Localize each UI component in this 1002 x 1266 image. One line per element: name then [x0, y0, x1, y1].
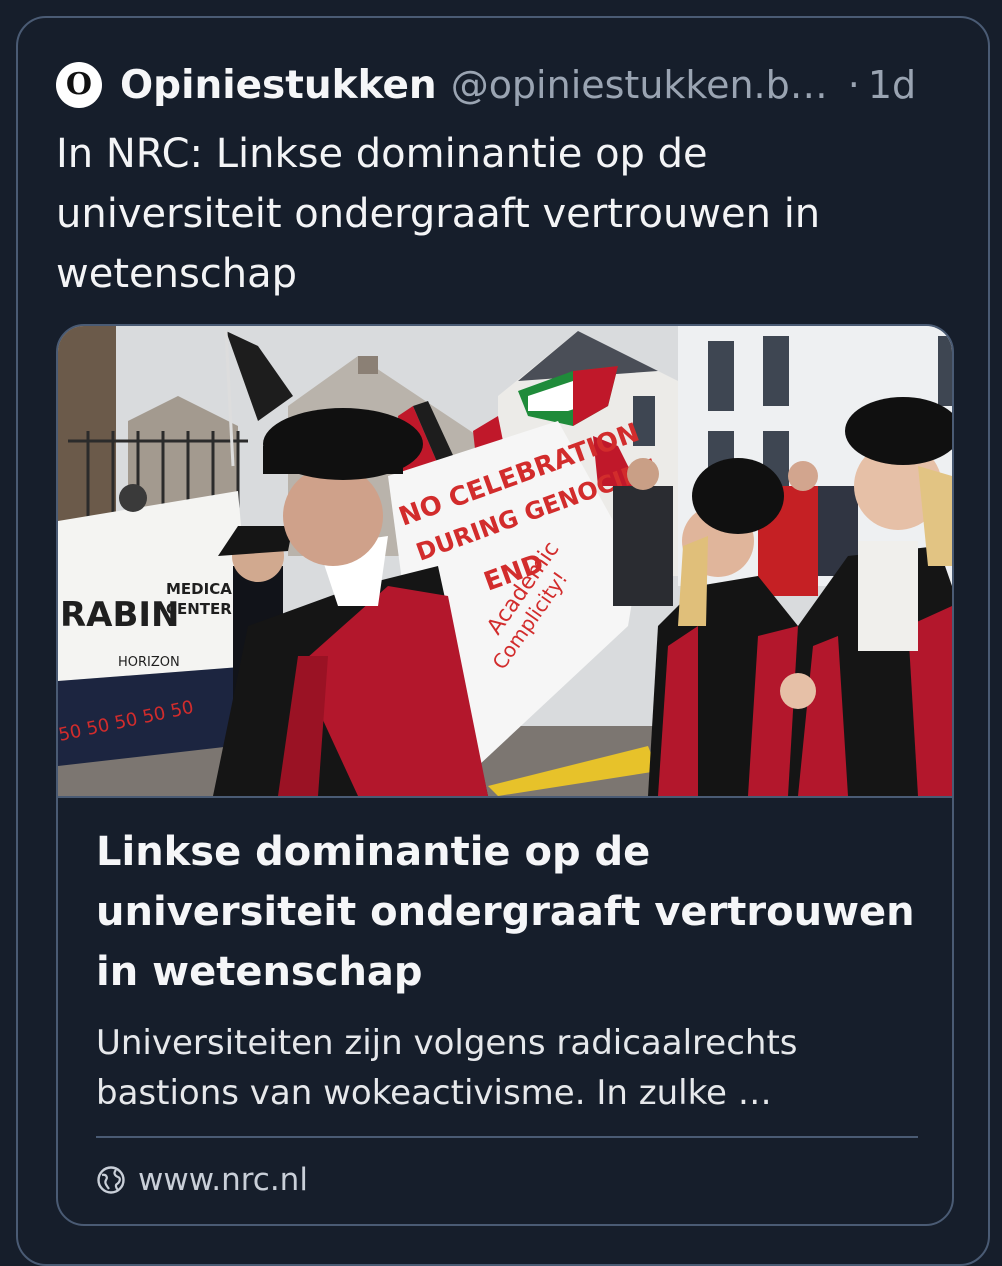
globe-icon [97, 1166, 125, 1194]
banner-left-text-1: RABIN [60, 595, 180, 635]
avatar[interactable]: O [56, 62, 102, 108]
link-card-title[interactable]: Linkse dominantie op de universiteit ond… [96, 822, 916, 1002]
banner-left-text-4: HORIZON [118, 655, 180, 670]
timestamp[interactable]: 1d [868, 63, 916, 107]
banner-left-text-2: MEDICAL [166, 580, 242, 598]
banner-left-text-3: CENTER [166, 600, 232, 618]
link-card[interactable]: RABIN MEDICAL CENTER HORIZON 50 50 50 50… [56, 324, 954, 1226]
post-text: In NRC: Linkse dominantie op de universi… [56, 131, 821, 297]
separator-dot: · [847, 63, 860, 107]
link-card-image[interactable]: RABIN MEDICAL CENTER HORIZON 50 50 50 50… [58, 326, 952, 798]
link-card-domain-text: www.nrc.nl [138, 1162, 308, 1198]
author-name[interactable]: Opiniestukken [120, 63, 437, 108]
author-handle[interactable]: @opiniestukken.b… [451, 63, 828, 107]
link-card-body: Linkse dominantie op de universiteit ond… [96, 822, 916, 1118]
post[interactable]: O Opiniestukken @opiniestukken.b… · 1d I… [16, 16, 990, 1266]
link-card-divider [96, 1136, 918, 1138]
link-card-domain[interactable]: www.nrc.nl [96, 1158, 308, 1202]
link-card-description: Universiteiten zijn volgens radicaalrech… [96, 1023, 798, 1113]
post-header: O Opiniestukken @opiniestukken.b… · 1d [56, 60, 952, 110]
avatar-letter: O [65, 67, 93, 102]
